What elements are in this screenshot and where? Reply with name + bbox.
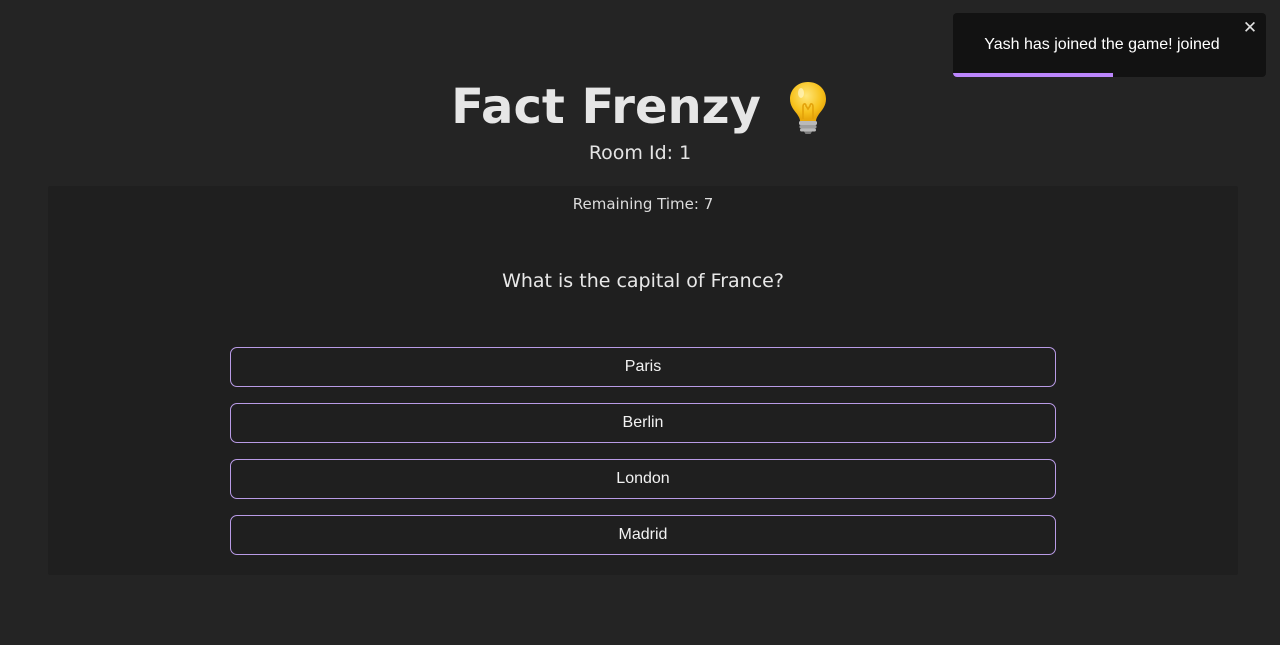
remaining-time: Remaining Time: 7 [572,195,714,213]
answer-option-london[interactable]: London [230,459,1056,499]
answer-option-madrid[interactable]: Madrid [230,515,1056,555]
toast-message: Yash has joined the game! joined [984,36,1220,53]
close-icon[interactable]: ✕ [1242,18,1258,38]
toast-notification: Yash has joined the game! joined ✕ [953,13,1266,77]
header: Fact Frenzy Room Id: 1 [0,74,1280,166]
answer-options: Paris Berlin London Madrid [230,347,1056,571]
question-text: What is the capital of France? [502,270,784,292]
title-row: Fact Frenzy [0,74,1280,140]
quiz-card: Remaining Time: 7 What is the capital of… [48,186,1238,575]
room-id: Room Id: 1 [588,142,692,164]
page-title: Fact Frenzy [451,79,761,135]
lightbulb-icon [789,82,826,134]
page: Fact Frenzy Room Id: 1 Remaining Time: 7… [0,0,1280,645]
answer-option-paris[interactable]: Paris [230,347,1056,387]
toast-progress-bar [953,73,1113,77]
answer-option-berlin[interactable]: Berlin [230,403,1056,443]
